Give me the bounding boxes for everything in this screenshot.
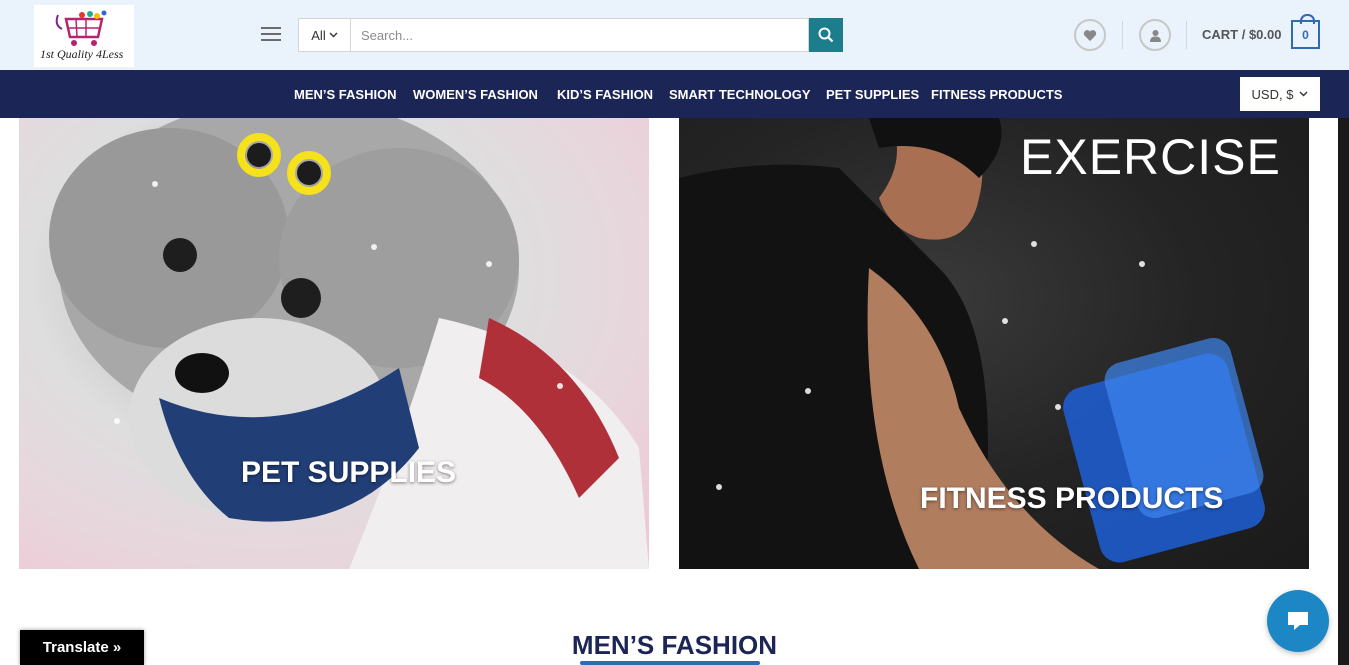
section-title-underline bbox=[580, 661, 760, 665]
translate-button[interactable]: Translate » bbox=[20, 630, 144, 665]
nav-item-fitness-products[interactable]: FITNESS PRODUCTS bbox=[931, 87, 1062, 102]
search-input[interactable] bbox=[351, 18, 809, 52]
logo-cart-icon bbox=[55, 10, 107, 46]
cart-count-badge[interactable]: 0 bbox=[1291, 14, 1320, 49]
currency-selector[interactable]: USD, $ bbox=[1240, 77, 1320, 111]
search-category-select[interactable]: All bbox=[298, 18, 351, 52]
currency-value: USD, $ bbox=[1251, 86, 1294, 102]
search-button[interactable] bbox=[809, 18, 843, 52]
sparkle-dot bbox=[557, 383, 563, 389]
nav-item-womens-fashion[interactable]: WOMEN’S FASHION bbox=[413, 87, 538, 102]
site-header: 1st Quality 4Less All CART / $0.00 0 bbox=[0, 0, 1349, 70]
nav-item-mens-fashion[interactable]: MEN’S FASHION bbox=[294, 87, 397, 102]
nav-item-pet-supplies[interactable]: PET SUPPLIES bbox=[826, 87, 919, 102]
page-scrollbar[interactable] bbox=[1338, 118, 1349, 665]
section-title: MEN’S FASHION bbox=[571, 630, 778, 660]
sparkle-dot bbox=[716, 484, 722, 490]
chevron-down-icon bbox=[329, 32, 338, 38]
exercise-headline: EXERCISE bbox=[1020, 129, 1281, 185]
search-category-value: All bbox=[311, 27, 326, 43]
fitness-products-banner[interactable]: EXERCISE FITNESS PRODUCTS bbox=[679, 118, 1309, 569]
chat-button[interactable] bbox=[1267, 590, 1329, 652]
chat-icon bbox=[1288, 612, 1308, 630]
hamburger-icon[interactable] bbox=[261, 27, 281, 41]
wishlist-button[interactable] bbox=[1074, 19, 1106, 51]
sparkle-dot bbox=[114, 418, 120, 424]
sparkle-dot bbox=[486, 261, 492, 267]
heart-icon bbox=[1083, 29, 1097, 41]
user-icon bbox=[1149, 29, 1161, 42]
nav-item-smart-technology[interactable]: SMART TECHNOLOGY bbox=[669, 87, 811, 102]
logo-text: 1st Quality 4Less bbox=[40, 47, 124, 61]
main-navigation: MEN’S FASHION WOMEN’S FASHION KID’S FASH… bbox=[0, 70, 1349, 118]
header-divider bbox=[1186, 21, 1187, 49]
dog-illustration bbox=[49, 118, 649, 569]
cart-link[interactable]: CART / $0.00 bbox=[1202, 27, 1281, 42]
sparkle-dot bbox=[1002, 318, 1008, 324]
header-divider bbox=[1122, 21, 1123, 49]
site-logo[interactable]: 1st Quality 4Less bbox=[34, 5, 134, 67]
search-icon bbox=[818, 27, 834, 43]
sparkle-dot bbox=[152, 181, 158, 187]
nav-item-kids-fashion[interactable]: KID’S FASHION bbox=[557, 87, 653, 102]
sparkle-dot bbox=[805, 388, 811, 394]
sparkle-dot bbox=[371, 244, 377, 250]
sparkle-dot bbox=[1055, 404, 1061, 410]
pet-supplies-caption: PET SUPPLIES bbox=[241, 456, 457, 489]
chevron-down-icon bbox=[1299, 91, 1308, 97]
sparkle-dot bbox=[1031, 241, 1037, 247]
sparkle-dot bbox=[1139, 261, 1145, 267]
pet-supplies-banner[interactable]: PET SUPPLIES bbox=[19, 118, 649, 569]
fitness-products-caption: FITNESS PRODUCTS bbox=[920, 482, 1224, 515]
account-button[interactable] bbox=[1139, 19, 1171, 51]
